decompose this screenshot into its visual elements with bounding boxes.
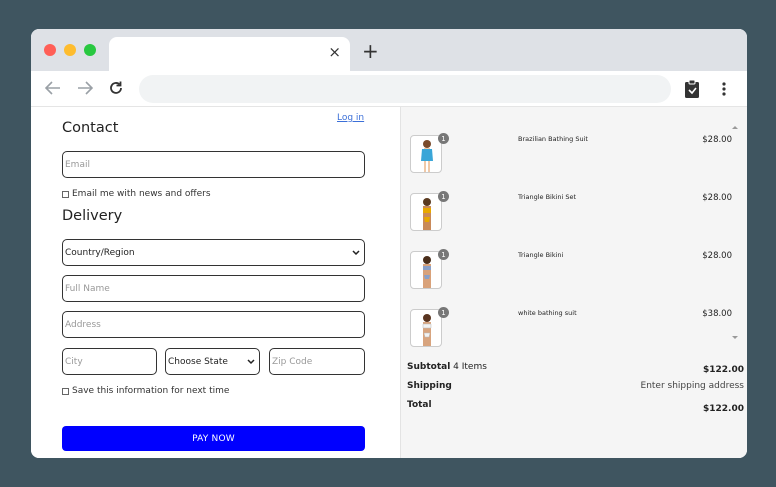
order-summary: 1 Brazilian Bathing Suit $28.00 1 Triang… — [400, 107, 747, 458]
reload-icon[interactable] — [106, 78, 126, 98]
shipping-label: Shipping — [407, 381, 452, 391]
maximize-window-button[interactable] — [84, 44, 96, 56]
subtotal-label: Subtotal — [407, 362, 451, 372]
item-price: $28.00 — [702, 135, 732, 145]
country-select[interactable]: Country/Region — [62, 239, 365, 266]
full-name-placeholder: Full Name — [65, 283, 110, 294]
cart-scrollbar[interactable] — [732, 125, 738, 340]
city-placeholder: City — [65, 356, 83, 367]
item-price: $38.00 — [702, 309, 732, 319]
quantity-badge: 1 — [438, 133, 449, 144]
item-name: Brazilian Bathing Suit — [518, 135, 588, 143]
cart-item: 1 white bathing suit $38.00 — [410, 307, 736, 355]
scroll-down-icon[interactable] — [732, 335, 738, 340]
total-label: Total — [407, 400, 432, 410]
product-thumbnail — [410, 193, 442, 231]
clipboard-icon[interactable] — [683, 79, 701, 99]
delivery-heading: Delivery — [62, 208, 123, 224]
pay-now-button[interactable]: PAY NOW — [62, 426, 365, 451]
email-field[interactable]: Email — [62, 151, 365, 178]
subtotal-value: $122.00 — [703, 365, 744, 375]
close-tab-icon[interactable]: × — [328, 43, 341, 61]
product-thumbnail — [410, 135, 442, 173]
forward-icon[interactable] — [75, 78, 95, 98]
contact-heading: Contact — [62, 120, 119, 136]
newsletter-label: Email me with news and offers — [72, 189, 211, 199]
item-price: $28.00 — [702, 251, 732, 261]
shipping-value: Enter shipping address — [640, 381, 744, 391]
email-placeholder: Email — [65, 159, 90, 170]
item-name: white bathing suit — [518, 309, 577, 317]
newsletter-row[interactable]: Email me with news and offers — [62, 189, 211, 199]
quantity-badge: 1 — [438, 249, 449, 260]
browser-window: × + Contact Log in Email Email me with n… — [31, 29, 747, 458]
product-thumbnail — [410, 309, 442, 347]
cart-item: 1 Brazilian Bathing Suit $28.00 — [410, 133, 736, 181]
page-content: Contact Log in Email Email me with news … — [31, 107, 747, 458]
newsletter-checkbox[interactable] — [62, 190, 69, 198]
cart-item: 1 Triangle Bikini Set $28.00 — [410, 191, 736, 239]
scroll-up-icon[interactable] — [732, 125, 738, 130]
address-placeholder: Address — [65, 319, 101, 330]
state-selected: Choose State — [168, 356, 228, 367]
address-field[interactable]: Address — [62, 311, 365, 338]
new-tab-button[interactable]: + — [362, 41, 379, 61]
login-link[interactable]: Log in — [337, 113, 364, 123]
shipping-row: Shipping Enter shipping address — [407, 381, 744, 391]
back-icon[interactable] — [43, 78, 63, 98]
save-info-label: Save this information for next time — [72, 386, 230, 396]
subtotal-count: 4 Items — [453, 362, 487, 372]
save-info-row[interactable]: Save this information for next time — [62, 386, 229, 396]
zip-field[interactable]: Zip Code — [269, 348, 365, 375]
save-info-checkbox[interactable] — [62, 387, 69, 395]
browser-tab[interactable]: × — [109, 37, 350, 71]
item-price: $28.00 — [702, 193, 732, 203]
chevron-down-icon — [247, 358, 255, 364]
browser-toolbar — [31, 71, 747, 107]
minimize-window-button[interactable] — [64, 44, 76, 56]
full-name-field[interactable]: Full Name — [62, 275, 365, 302]
city-field[interactable]: City — [62, 348, 157, 375]
title-bar: × + — [31, 29, 747, 71]
zip-placeholder: Zip Code — [272, 356, 313, 367]
address-bar[interactable] — [139, 75, 671, 103]
item-name: Triangle Bikini Set — [518, 193, 577, 201]
state-select[interactable]: Choose State — [165, 348, 260, 375]
item-name: Triangle Bikini — [518, 251, 564, 259]
quantity-badge: 1 — [438, 307, 449, 318]
chevron-down-icon — [352, 249, 360, 255]
total-row: Total $122.00 — [407, 400, 744, 414]
checkout-form: Contact Log in Email Email me with news … — [31, 107, 400, 458]
product-thumbnail — [410, 251, 442, 289]
country-selected: Country/Region — [65, 247, 135, 258]
close-window-button[interactable] — [44, 44, 56, 56]
subtotal-row: Subtotal 4 Items $122.00 — [407, 362, 744, 375]
cart-item: 1 Triangle Bikini $28.00 — [410, 249, 736, 297]
quantity-badge: 1 — [438, 191, 449, 202]
total-value: $122.00 — [703, 404, 744, 414]
more-menu-icon[interactable] — [721, 81, 727, 97]
